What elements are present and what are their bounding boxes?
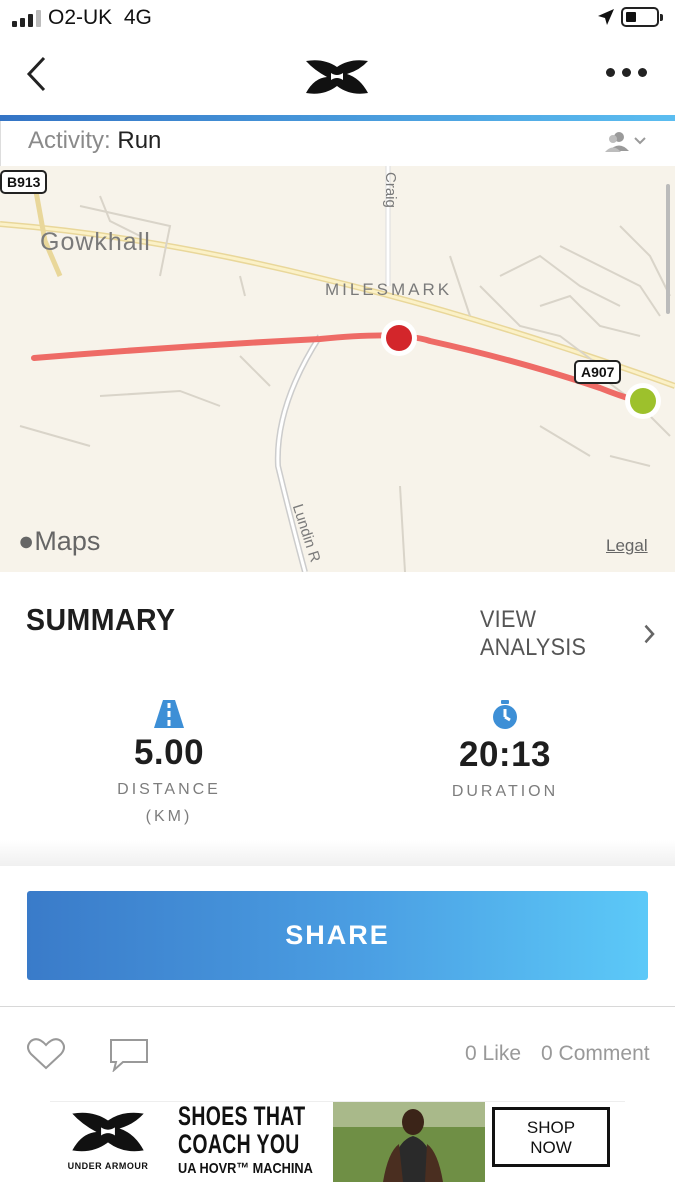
people-dropdown-icon[interactable]	[604, 131, 648, 153]
carrier-text: O2-UK 4G	[48, 6, 152, 30]
distance-unit: (KM)	[145, 808, 193, 825]
map-scrollbar[interactable]	[666, 184, 670, 314]
chevron-right-icon	[644, 624, 655, 644]
view-analysis-link[interactable]: VIEW ANALYSIS	[480, 606, 656, 662]
comment-count[interactable]: 0 Comment	[541, 1042, 650, 1066]
route-map[interactable]: B913 A907 Gowkhall MILESMARK Craig Lundi…	[0, 166, 675, 572]
duration-stat: 20:13 DURATION	[440, 700, 570, 801]
ad-headline-line1: SHOES THAT	[178, 1101, 306, 1131]
shop-now-line1: SHOP	[526, 1118, 576, 1137]
network-type: 4G	[123, 6, 152, 29]
divider	[0, 1006, 675, 1007]
location-arrow-icon	[598, 9, 614, 25]
shop-now-button[interactable]: SHOP NOW	[492, 1107, 610, 1167]
apple-maps-brand: ●Maps	[18, 526, 100, 557]
more-options-icon[interactable]	[606, 68, 647, 77]
apple-logo-icon: ●	[18, 526, 35, 556]
map-label-gowkhall: Gowkhall	[40, 228, 151, 256]
under-armour-logo	[72, 1112, 144, 1152]
signal-strength-icon	[12, 9, 41, 27]
map-label-milesmark: MILESMARK	[325, 280, 453, 299]
activity-label-text: Activity:	[28, 127, 111, 154]
distance-value: 5.00	[133, 733, 205, 772]
ad-brand: UNDER ARMOUR	[64, 1110, 152, 1171]
social-counts: 0 Like 0 Comment	[465, 1042, 650, 1066]
runner-image	[333, 1102, 485, 1182]
map-label-craig: Craig	[382, 172, 399, 208]
ad-banner[interactable]: UNDER ARMOUR SHOES THAT COACH YOU UA HOV…	[50, 1101, 625, 1182]
ad-brand-name: UNDER ARMOUR	[67, 1161, 149, 1171]
ad-photo	[333, 1102, 485, 1182]
ad-headline-line2: COACH YOU	[178, 1129, 300, 1159]
ad-headline: SHOES THAT COACH YOU UA HOVR™ MACHINA	[178, 1102, 355, 1177]
carrier-name: O2-UK	[48, 6, 113, 29]
road-badge-b913: B913	[0, 170, 48, 194]
nav-bar	[0, 40, 675, 115]
back-chevron-icon[interactable]	[24, 56, 48, 92]
distance-label: DISTANCE	[117, 781, 221, 798]
duration-value: 20:13	[458, 735, 552, 774]
map-legal-link[interactable]: Legal	[606, 536, 648, 556]
heart-icon[interactable]	[27, 1037, 65, 1071]
road-badge-a907: A907	[574, 360, 622, 384]
road-icon	[154, 700, 184, 728]
activity-label: Activity: Run	[28, 127, 161, 155]
stopwatch-icon	[493, 700, 517, 729]
summary-title: SUMMARY	[26, 602, 176, 637]
duration-label: DURATION	[451, 783, 559, 800]
battery-icon	[621, 7, 663, 27]
like-count[interactable]: 0 Like	[465, 1042, 521, 1066]
activity-value: Run	[117, 127, 162, 154]
maps-brand-text: Maps	[34, 526, 101, 556]
share-button[interactable]: SHARE	[27, 891, 648, 980]
distance-stat: 5.00 DISTANCE (KM)	[104, 700, 234, 826]
view-analysis-text: VIEW ANALYSIS	[480, 606, 587, 661]
section-shadow	[0, 840, 675, 866]
shop-now-line2: NOW	[530, 1138, 572, 1157]
activity-selector[interactable]: Activity: Run	[0, 121, 675, 167]
status-bar: O2-UK 4G	[0, 0, 675, 38]
under-armour-logo	[306, 60, 368, 94]
comment-icon[interactable]	[109, 1038, 149, 1072]
ad-headline-line3: UA HOVR™ MACHINA	[178, 1160, 313, 1177]
